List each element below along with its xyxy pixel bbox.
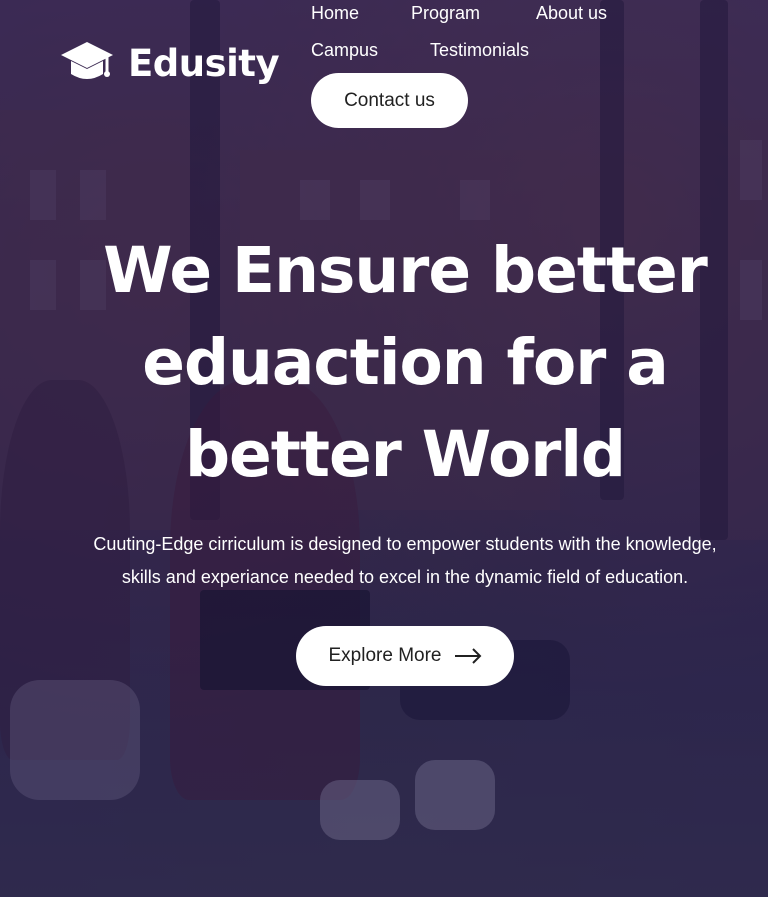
hero-headline-line: eduaction for a [142,326,669,399]
nav-item-about-us[interactable]: About us [536,3,607,24]
nav-item-testimonials[interactable]: Testimonials [430,40,529,61]
contact-us-button[interactable]: Contact us [311,73,468,128]
nav-item-program[interactable]: Program [411,3,480,24]
arrow-right-icon [454,648,482,664]
explore-more-button[interactable]: Explore More [296,626,514,686]
hero-description-line: Cuuting-Edge cirriculum is designed to e… [93,534,717,554]
brand-name: Edusity [128,41,280,85]
nav-item-campus[interactable]: Campus [311,40,378,61]
hero-headline-line: We Ensure better [103,234,708,307]
explore-more-label: Explore More [328,645,442,666]
hero-headline: We Ensure better eduaction for a better … [0,225,768,501]
graduation-cap-icon [60,40,114,86]
hero-description-line: skills and experiance needed to excel in… [121,567,689,587]
brand-logo[interactable]: Edusity [60,40,280,86]
hero-headline-line: better World [184,418,626,491]
nav-item-home[interactable]: Home [311,3,359,24]
hero-description: Cuuting-Edge cirriculum is designed to e… [40,528,768,594]
